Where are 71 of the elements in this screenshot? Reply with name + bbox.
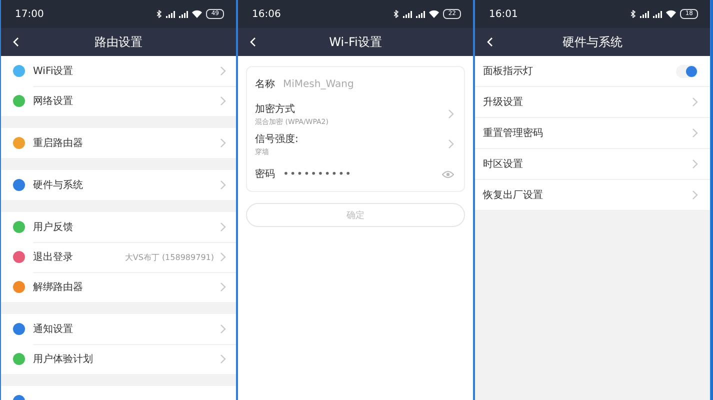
chevron-icon	[220, 324, 226, 334]
status-time: 16:06	[252, 8, 282, 20]
chevron-icon	[692, 128, 698, 138]
menu-item[interactable]: 通知设置	[1, 314, 236, 344]
chevron-icon	[220, 96, 226, 106]
chevron-icon	[220, 282, 226, 292]
chevron-icon	[220, 222, 226, 232]
settings-item[interactable]: 恢复出厂设置	[475, 180, 710, 211]
menu-item[interactable]: 网络设置	[1, 86, 236, 116]
screen-title: Wi-Fi设置	[329, 34, 382, 50]
signal-icon	[653, 10, 662, 18]
screen-title: 硬件与系统	[562, 34, 622, 50]
menu-item[interactable]: 重启路由器	[1, 128, 236, 158]
menu-item-label: WiFi设置	[33, 64, 74, 78]
signal-icon	[640, 10, 650, 18]
settings-item-label: 恢复出厂设置	[483, 188, 544, 202]
wifi-icon	[192, 10, 202, 18]
signal-icon	[416, 10, 426, 18]
signal-icon	[179, 10, 188, 18]
toggle-switch[interactable]	[676, 64, 698, 78]
menu-item[interactable]: 用户反馈	[1, 212, 236, 242]
status-time: 16:01	[489, 8, 519, 20]
account-name: 大VS布丁 (158989791)	[124, 252, 214, 262]
chevron-icon	[448, 139, 454, 149]
settings-item-label: 升级设置	[483, 96, 524, 109]
back-icon[interactable]	[250, 37, 256, 47]
menu-item[interactable]: WiFi设置	[1, 56, 236, 86]
menu-item-label: 解绑路由器	[33, 280, 84, 294]
menu-item-label: 网络设置	[33, 94, 74, 108]
screen-title: 路由设置	[94, 34, 142, 50]
menu-item-label: 退出登录	[33, 250, 74, 264]
menu-item[interactable]: 用户体验计划	[1, 344, 236, 374]
settings-item[interactable]: 面板指示灯	[475, 56, 710, 87]
status-time: 17:00	[15, 8, 45, 20]
chevron-icon	[220, 66, 226, 76]
chevron-icon	[220, 180, 226, 190]
chevron-icon	[692, 159, 698, 169]
menu-item[interactable]: 退出登录 大VS布丁 (158989791)	[1, 242, 236, 272]
menu-item-label: 硬件与系统	[33, 178, 84, 192]
settings-item-label: 时区设置	[483, 158, 524, 171]
wifi-icon	[429, 10, 440, 18]
chevron-icon	[448, 109, 454, 119]
chevron-icon	[220, 354, 226, 364]
settings-item-label: 面板指示灯	[483, 64, 534, 78]
back-icon[interactable]	[13, 37, 19, 47]
menu-item[interactable]: 解绑路由器	[1, 272, 236, 302]
back-icon[interactable]	[487, 37, 493, 47]
menu-item-label: 重启路由器	[33, 136, 84, 150]
menu-item-label: 用户体验计划	[33, 352, 94, 366]
settings-item[interactable]: 重置管理密码	[475, 118, 710, 149]
signal-icon	[403, 10, 412, 18]
field-label: 密码	[255, 168, 275, 181]
menu-item[interactable]: 硬件与系统	[1, 170, 236, 200]
bluetooth-icon	[394, 10, 400, 18]
chevron-icon	[220, 138, 226, 148]
password-field[interactable]: ••••••••••	[283, 168, 442, 180]
field-label: 信号强度:	[255, 132, 300, 146]
signal-icon	[166, 10, 176, 18]
menu-item-label: 通知设置	[33, 322, 74, 336]
settings-item[interactable]: 升级设置	[475, 87, 710, 118]
chevron-icon	[692, 97, 698, 107]
settings-item-label: 重置管理密码	[483, 126, 544, 140]
menu-item-label: 用户反馈	[33, 220, 74, 234]
bluetooth-icon	[631, 10, 636, 18]
settings-item[interactable]: 时区设置	[475, 149, 710, 180]
chevron-icon	[692, 190, 698, 200]
bluetooth-icon	[157, 10, 162, 18]
field-label: 加密方式	[255, 102, 296, 116]
field-label: 名称	[255, 78, 275, 91]
wifi-icon	[666, 10, 676, 18]
chevron-icon	[220, 252, 226, 262]
